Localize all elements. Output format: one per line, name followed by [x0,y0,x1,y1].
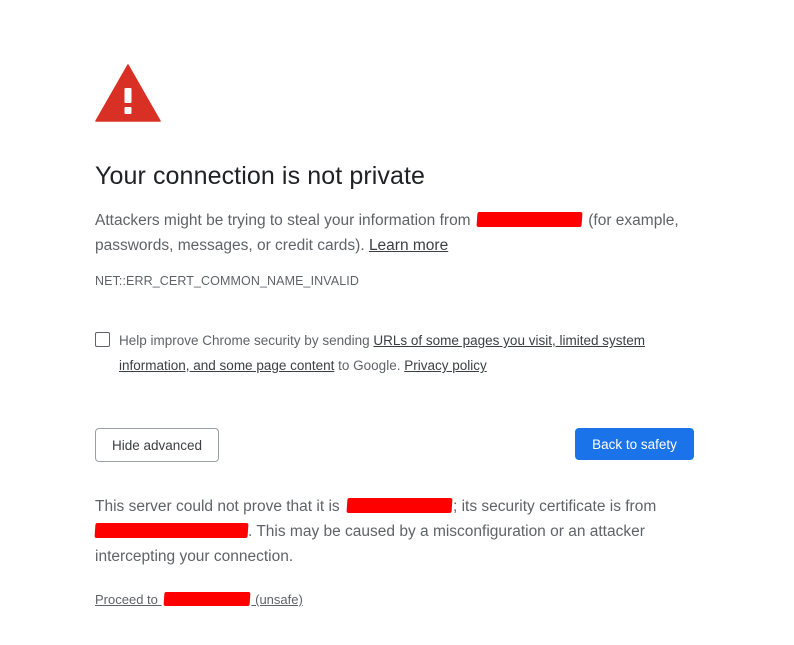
details-text: This server could not prove that it is ;… [94,494,695,569]
checkbox-text-after: to Google. [338,358,401,373]
privacy-policy-link[interactable]: Privacy policy [404,358,487,373]
warning-triangle-icon [95,64,161,122]
redacted-hostname [346,498,453,513]
page-title: Your connection is not private [95,162,426,190]
explanation-text: Attackers might be trying to steal your … [95,208,705,258]
hide-advanced-button[interactable]: Hide advanced [95,428,219,462]
redacted-hostname [476,212,583,227]
proceed-suffix: (unsafe) [255,592,303,607]
proceed-prefix: Proceed to [95,592,158,607]
learn-more-link[interactable]: Learn more [369,237,448,254]
redacted-hostname [163,592,250,606]
error-code: NET::ERR_CERT_COMMON_NAME_INVALID [95,274,359,288]
security-report-checkbox[interactable] [95,332,110,347]
proceed-unsafe-link[interactable]: Proceed to (unsafe) [95,592,303,607]
proceed-line: Proceed to (unsafe) [95,592,303,607]
details-part1: This server could not prove that it is [95,498,340,515]
back-to-safety-button[interactable]: Back to safety [575,428,694,460]
explanation-before: Attackers might be trying to steal your … [95,212,471,229]
checkbox-text-before: Help improve Chrome security by sending [119,333,370,348]
security-report-text: Help improve Chrome security by sending … [119,328,679,378]
details-part2: ; its security certificate is from [452,498,657,515]
redacted-issuer [94,523,249,538]
